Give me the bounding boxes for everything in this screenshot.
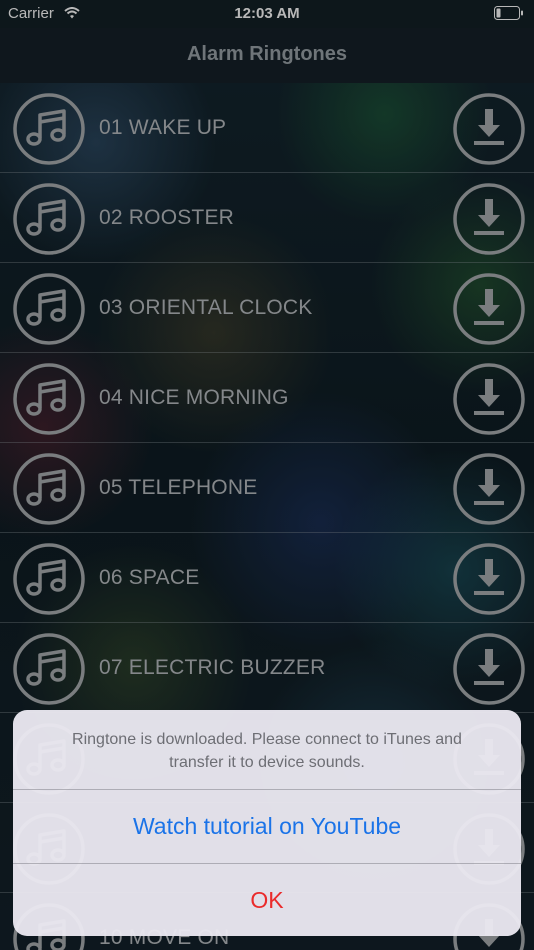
- ok-button[interactable]: OK: [13, 863, 521, 936]
- alert-message: Ringtone is downloaded. Please connect t…: [72, 731, 462, 771]
- watch-tutorial-button[interactable]: Watch tutorial on YouTube: [13, 789, 521, 863]
- alert-dialog: Ringtone is downloaded. Please connect t…: [13, 710, 521, 936]
